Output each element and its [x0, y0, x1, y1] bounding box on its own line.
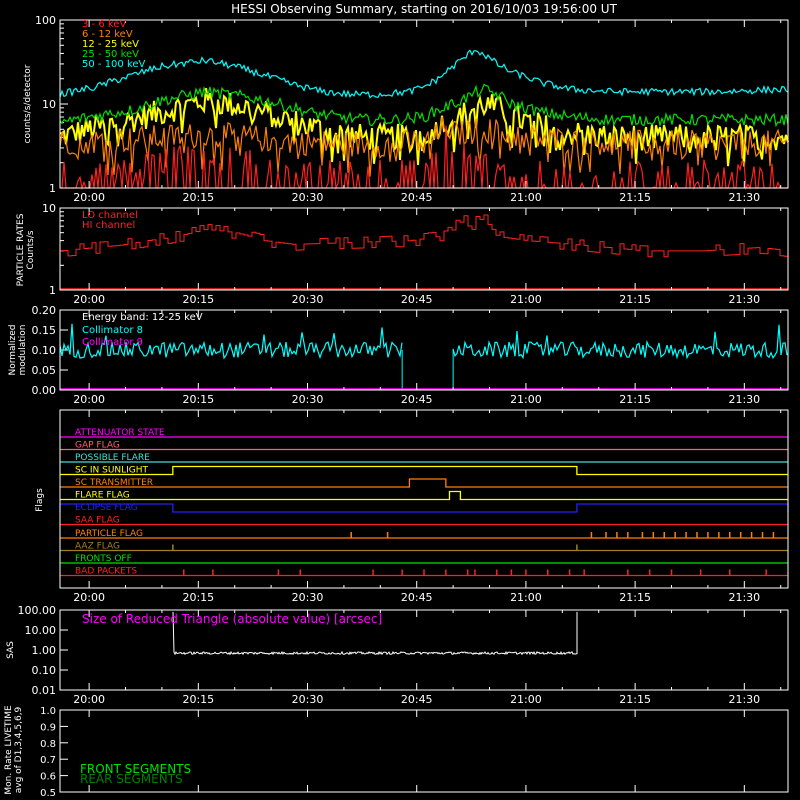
- flags-panel: FlagsATTENUATOR STATEGAP FLAGPOSSIBLE FL…: [35, 409, 789, 604]
- x-tick-label: 21:30: [728, 591, 760, 604]
- x-tick-label: 21:15: [619, 191, 651, 204]
- flag-line: [59, 503, 789, 513]
- x-tick-label: 21:00: [510, 293, 542, 306]
- y-tick-label: 0.8: [40, 739, 56, 750]
- y-tick-label: 0.05: [32, 364, 57, 377]
- legend-entry: 50 - 100 keV: [82, 59, 146, 70]
- count-rates-panel: counts/s/detector 1 10 100 20:00 20:15 20:30 20…: [23, 14, 789, 204]
- x-tick-label: 21:30: [728, 293, 760, 306]
- y-axis-label: avg of D1,3,4,5,6,9: [14, 706, 24, 793]
- sas-annotation: Size of Reduced Triangle (absolute value…: [82, 612, 382, 626]
- x-tick-label: 20:30: [292, 191, 324, 204]
- y-tick-label: 1.00: [32, 644, 57, 657]
- x-tick-label: 21:00: [510, 591, 542, 604]
- y-tick-label: 0.6: [40, 772, 56, 783]
- legend-entry: HI channel: [82, 220, 135, 231]
- x-tick-label: 20:00: [73, 191, 105, 204]
- x-tick-label: 20:30: [292, 693, 324, 706]
- y-tick-label: 100: [35, 14, 56, 27]
- y-tick-label: 100.00: [18, 604, 57, 617]
- x-tick-label: 20:30: [292, 293, 324, 306]
- series-line-1: [59, 116, 789, 177]
- x-tick-label: 21:00: [510, 693, 542, 706]
- x-tick-label: 20:45: [401, 293, 433, 306]
- series-line-4: [59, 49, 789, 99]
- y-axis-label: Flags: [35, 488, 45, 512]
- y-tick-label: 0.7: [40, 755, 56, 766]
- x-tick-label: 20:45: [401, 191, 433, 204]
- y-tick-label: 1: [49, 284, 56, 297]
- x-tick-label: 20:15: [182, 591, 214, 604]
- y-tick-label: 0.20: [32, 304, 57, 317]
- x-tick-label: 21:00: [510, 191, 542, 204]
- y-axis-label: SAS: [6, 641, 16, 659]
- x-tick-label: 21:15: [619, 693, 651, 706]
- flag-line: [60, 478, 788, 488]
- y-axis-label: Mon. Rate LIVETIME: [4, 705, 14, 795]
- y-tick-label: 0.15: [32, 324, 57, 337]
- y-tick-label: 0.01: [32, 684, 57, 697]
- y-axis-label: Normalized: [8, 324, 18, 375]
- y-axis-label: counts/s/detector: [23, 64, 33, 143]
- x-tick-label: 20:15: [182, 293, 214, 306]
- legend-entry: REAR SEGMENTS: [80, 772, 183, 786]
- y-tick-label: 0.5: [40, 788, 56, 799]
- sas-panel: SAS 0.01 0.10 1.00 10.00 100.00 20:00 20:15 20:3…: [6, 604, 789, 706]
- y-tick-label: 1.0: [40, 706, 56, 717]
- x-tick-label: 21:00: [510, 393, 542, 406]
- legend-entry: Collimator 8: [82, 325, 143, 336]
- flag-line: [60, 490, 788, 501]
- y-tick-label: 0.10: [32, 664, 57, 677]
- x-tick-label: 20:15: [182, 393, 214, 406]
- x-tick-label: 20:00: [73, 293, 105, 306]
- x-tick-label: 21:30: [728, 393, 760, 406]
- modulation-panel: Normalized modulation 0.00 0.05 0.10 0.15 0.20…: [8, 304, 789, 406]
- figure-title: HESSI Observing Summary, starting on 201…: [231, 2, 617, 16]
- hessi-summary-figure: HESSI Observing Summary, starting on 201…: [4, 2, 789, 799]
- x-tick-label: 20:45: [401, 591, 433, 604]
- particle-rates-frame: [59, 207, 789, 291]
- y-tick-label: 10: [42, 202, 56, 215]
- energy-band-label: Energy band: 12-25 keV: [82, 312, 203, 323]
- x-tick-label: 20:30: [292, 591, 324, 604]
- x-tick-label: 20:00: [73, 591, 105, 604]
- x-tick-label: 20:30: [292, 393, 324, 406]
- flag-line: [60, 465, 788, 476]
- particle-rates-panel: PARTICLE RATES Counts/s 1 10 20:00 20:15 20:30…: [16, 202, 789, 306]
- legend-entry: Collimator 9: [82, 337, 143, 348]
- x-tick-label: 21:30: [728, 191, 760, 204]
- y-axis-label: PARTICLE RATES: [16, 213, 26, 286]
- x-tick-label: 21:15: [619, 591, 651, 604]
- x-tick-label: 20:00: [73, 393, 105, 406]
- x-tick-label: 21:15: [619, 293, 651, 306]
- lo-channel-line: [60, 214, 789, 258]
- x-tick-label: 20:15: [182, 191, 214, 204]
- y-tick-label: 0.9: [40, 722, 56, 733]
- y-tick-label: 10.00: [25, 624, 57, 637]
- y-axis-label: Counts/s: [26, 230, 36, 269]
- x-tick-label: 20:45: [401, 393, 433, 406]
- x-tick-label: 20:00: [73, 693, 105, 706]
- x-tick-label: 20:15: [182, 693, 214, 706]
- livetime-panel: Mon. Rate LIVETIME avg of D1,3,4,5,6,9 0.5…: [4, 705, 789, 799]
- y-tick-label: 0.10: [32, 344, 57, 357]
- y-tick-label: 0.00: [32, 384, 57, 397]
- x-tick-label: 20:45: [401, 693, 433, 706]
- y-tick-label: 1: [49, 182, 56, 195]
- x-tick-label: 21:15: [619, 393, 651, 406]
- y-tick-label: 10: [42, 98, 56, 111]
- y-axis-label: modulation: [18, 325, 28, 376]
- collimator-8-line: [452, 324, 788, 360]
- x-tick-label: 21:30: [728, 693, 760, 706]
